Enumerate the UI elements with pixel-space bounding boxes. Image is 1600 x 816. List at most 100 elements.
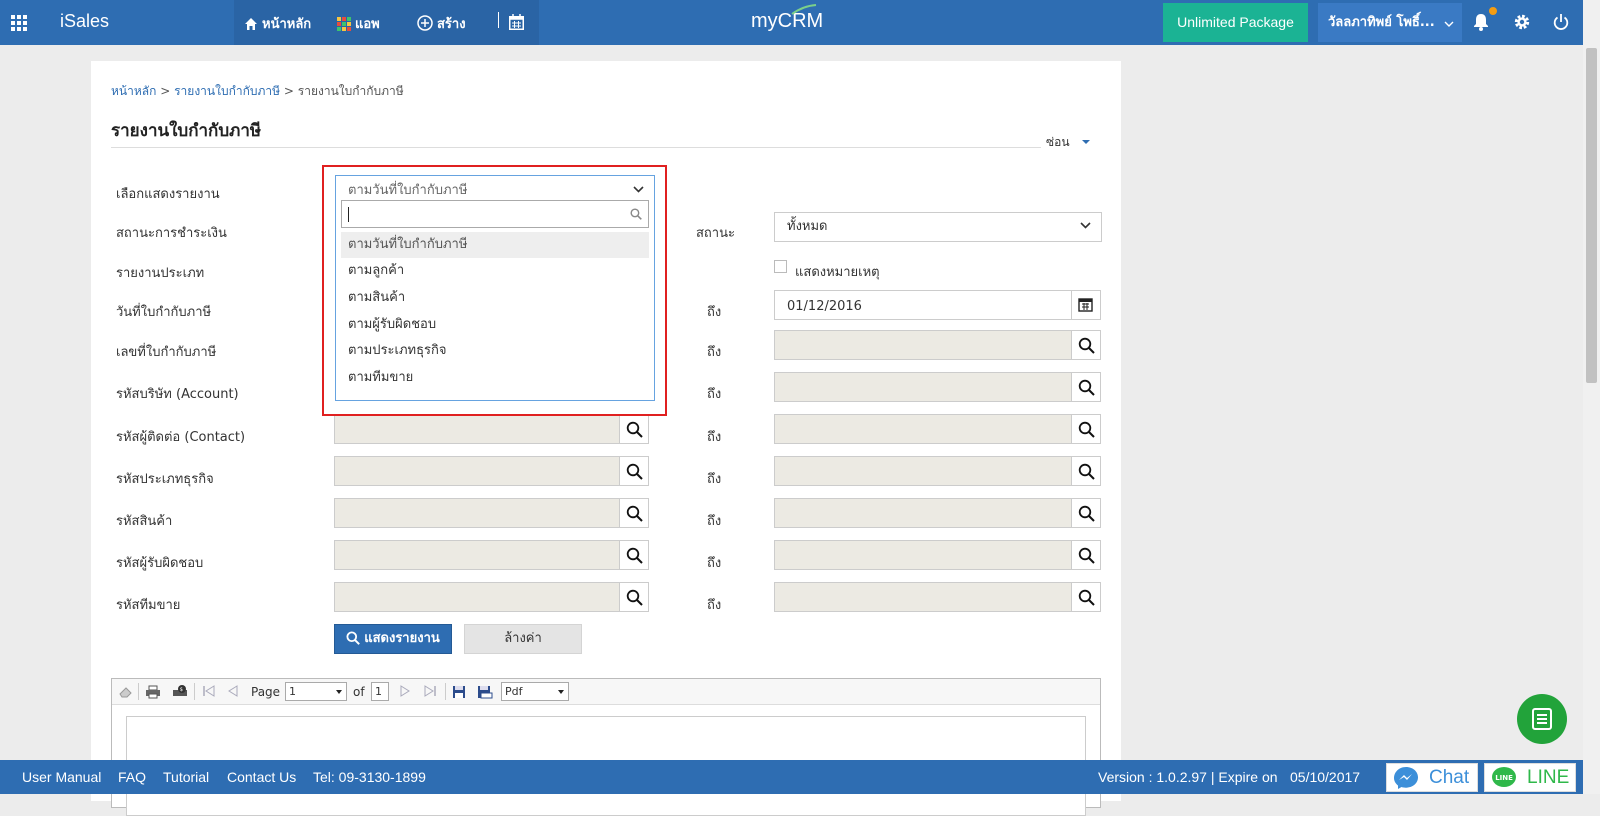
user-menu[interactable]: วัลลภาทิพย์ โพธิ์...	[1318, 3, 1462, 42]
gear-icon[interactable]	[1513, 13, 1531, 35]
product-code-to-input[interactable]	[774, 498, 1072, 528]
print-icon[interactable]	[145, 685, 161, 699]
chat-button[interactable]: Chat	[1386, 763, 1478, 792]
next-page-icon[interactable]	[399, 685, 411, 697]
sales-team-to-search-button[interactable]	[1071, 582, 1101, 612]
account-code-label: รหัสบริษัท (Account)	[116, 387, 239, 402]
breadcrumb-home[interactable]: หน้าหลัก	[111, 84, 156, 98]
total-pages-field: 1	[371, 682, 389, 701]
search-icon	[626, 505, 643, 522]
chevron-down-icon	[1444, 21, 1454, 27]
to-label: ถึง	[707, 387, 722, 402]
calendar-icon[interactable]	[509, 14, 524, 34]
nav-apps[interactable]: แอพ	[337, 13, 380, 34]
payment-status-label: สถานะการชำระเงิน	[116, 226, 227, 241]
page-number-select[interactable]: 1	[285, 682, 347, 701]
previous-page-icon[interactable]	[227, 685, 239, 697]
date-picker-button[interactable]	[1071, 290, 1101, 320]
eraser-icon[interactable]	[118, 685, 134, 699]
breadcrumb-parent[interactable]: รายงานใบกำกับภาษี	[174, 84, 280, 98]
scrollbar-thumb[interactable]	[1586, 48, 1597, 383]
tutorial-link[interactable]: Tutorial	[163, 769, 209, 785]
contact-code-to-search-button[interactable]	[1071, 414, 1101, 444]
invoice-no-to-input[interactable]	[774, 330, 1072, 360]
unlimited-package-button[interactable]: Unlimited Package	[1163, 3, 1308, 42]
product-code-label: รหัสสินค้า	[116, 514, 173, 529]
telephone-text: Tel: 09-3130-1899	[313, 769, 426, 785]
save-icon[interactable]	[452, 685, 466, 699]
owner-code-to-search-button[interactable]	[1071, 540, 1101, 570]
owner-code-to-input[interactable]	[774, 540, 1072, 570]
business-type-from-search-button[interactable]	[619, 456, 649, 486]
invoice-no-to-search-button[interactable]	[1071, 330, 1101, 360]
search-icon	[1078, 589, 1095, 606]
search-icon	[626, 589, 643, 606]
floating-document-button[interactable]	[1517, 694, 1567, 744]
line-button[interactable]: LINE LINE	[1484, 763, 1576, 792]
invoice-date-to-value: 01/12/2016	[787, 299, 862, 314]
reset-button[interactable]: ล้างค่า	[464, 624, 582, 654]
print-pdf-icon[interactable]: $	[172, 685, 188, 699]
to-label: ถึง	[707, 305, 722, 320]
show-note-checkbox[interactable]	[774, 260, 787, 273]
show-report-button[interactable]: แสดงรายงาน	[334, 624, 452, 654]
apps-grid-icon[interactable]	[11, 15, 28, 32]
sales-team-from-search-button[interactable]	[619, 582, 649, 612]
dropdown-option[interactable]: ตามวันที่ใบกำกับภาษี	[341, 232, 649, 258]
business-type-from-input[interactable]	[334, 456, 620, 486]
account-code-to-search-button[interactable]	[1071, 372, 1101, 402]
hide-filter-toggle[interactable]: ซ่อน	[1046, 133, 1090, 152]
account-code-to-input[interactable]	[774, 372, 1072, 402]
sales-team-to-input[interactable]	[774, 582, 1072, 612]
dropdown-option[interactable]: ตามผู้รับผิดชอบ	[341, 312, 649, 338]
business-type-to-input[interactable]	[774, 456, 1072, 486]
product-code-to-search-button[interactable]	[1071, 498, 1101, 528]
bell-icon[interactable]	[1473, 13, 1489, 35]
export-format-select[interactable]: Pdf	[501, 682, 569, 701]
page-label: Page	[251, 685, 281, 699]
contact-code-to-input[interactable]	[774, 414, 1072, 444]
product-code-from-search-button[interactable]	[619, 498, 649, 528]
user-manual-link[interactable]: User Manual	[22, 769, 101, 785]
report-view-dropdown-menu: ตามวันที่ใบกำกับภาษี ตามลูกค้า ตามสินค้า…	[335, 198, 655, 401]
owner-code-from-search-button[interactable]	[619, 540, 649, 570]
dropdown-option[interactable]: ตามทีมขาย	[341, 365, 649, 391]
power-icon[interactable]	[1553, 13, 1569, 35]
brand-name[interactable]: iSales	[60, 11, 109, 32]
dropdown-option[interactable]: ตามสินค้า	[341, 285, 649, 311]
save-as-icon[interactable]	[477, 685, 493, 699]
main-nav: หน้าหลัก แอพ สร้าง	[234, 0, 539, 45]
dropdown-option[interactable]: ตามลูกค้า	[341, 258, 649, 284]
expire-date: 05/10/2017	[1290, 769, 1361, 785]
breadcrumb: หน้าหลัก > รายงานใบกำกับภาษี > รายงานใบก…	[111, 82, 404, 101]
to-label: ถึง	[707, 556, 722, 571]
svg-text:$: $	[180, 687, 183, 693]
sales-team-from-input[interactable]	[334, 582, 620, 612]
nav-create[interactable]: สร้าง	[417, 13, 466, 34]
nav-home[interactable]: หน้าหลัก	[244, 13, 311, 34]
product-code-from-input[interactable]	[334, 498, 620, 528]
search-icon	[626, 421, 643, 438]
document-icon	[1532, 708, 1552, 730]
sales-team-code-label: รหัสทีมขาย	[116, 598, 181, 613]
nav-home-label: หน้าหลัก	[262, 17, 312, 32]
of-label: of	[353, 685, 365, 699]
dropdown-option[interactable]: ตามประเภทธุรกิจ	[341, 338, 649, 364]
owner-code-from-input[interactable]	[334, 540, 620, 570]
status-select[interactable]: ทั้งหมด	[774, 212, 1102, 242]
svg-text:LINE: LINE	[1495, 774, 1513, 782]
page-scrollbar[interactable]	[1583, 0, 1600, 794]
dropdown-search-input[interactable]	[341, 200, 649, 228]
faq-link[interactable]: FAQ	[118, 769, 146, 785]
status-label: สถานะ	[696, 226, 735, 241]
last-page-icon[interactable]	[423, 685, 437, 697]
chat-label: Chat	[1429, 767, 1470, 788]
contact-code-from-input[interactable]	[334, 414, 620, 444]
business-type-to-search-button[interactable]	[1071, 456, 1101, 486]
calendar-icon	[1078, 298, 1093, 312]
search-icon	[1078, 337, 1095, 354]
contact-us-link[interactable]: Contact Us	[227, 769, 296, 785]
plus-circle-icon	[417, 15, 433, 31]
contact-code-from-search-button[interactable]	[619, 414, 649, 444]
first-page-icon[interactable]	[202, 685, 216, 697]
